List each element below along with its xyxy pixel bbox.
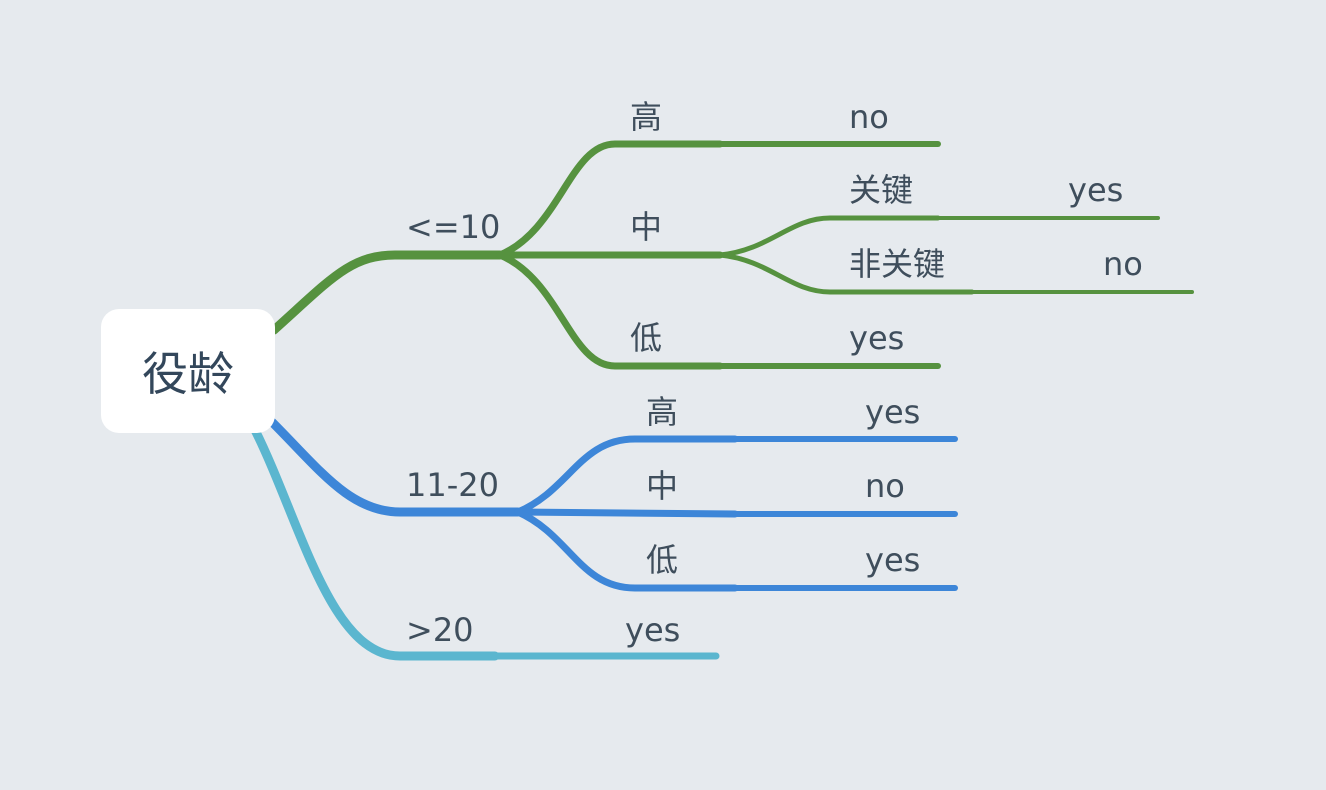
le10-mid-key-result[interactable]: yes (1068, 170, 1123, 210)
edge-1120-to-low (514, 508, 739, 592)
le10-low-result[interactable]: yes (849, 318, 904, 358)
1120-low-result[interactable]: yes (865, 540, 920, 580)
edge-1120-to-high (514, 435, 739, 516)
root-node-label: 役龄 (142, 347, 234, 401)
le10-high-label[interactable]: 高 (630, 97, 662, 137)
edge-root-to-le10 (269, 250, 505, 335)
le10-low-label[interactable]: 低 (630, 318, 662, 358)
mind-map-canvas: 役龄 <=10 高 no 中 关键 yes 非关键 no 低 yes 11-20… (0, 0, 1326, 790)
branch-le10-label[interactable]: <=10 (406, 207, 500, 247)
edge-le10-to-low (496, 251, 724, 370)
branch-1120-label[interactable]: 11-20 (406, 465, 499, 505)
1120-low-label[interactable]: 低 (646, 540, 678, 580)
1120-high-label[interactable]: 高 (646, 392, 678, 432)
le10-high-result[interactable]: no (849, 97, 889, 137)
branch-gt20-label[interactable]: >20 (406, 610, 474, 650)
gt20-result[interactable]: yes (625, 610, 680, 650)
root-node[interactable]: 役龄 (101, 309, 275, 433)
le10-mid-nonkey-label[interactable]: 非关键 (849, 244, 945, 284)
le10-mid-label[interactable]: 中 (630, 207, 662, 247)
edge-le10-to-high (496, 140, 724, 259)
1120-mid-label[interactable]: 中 (646, 466, 678, 506)
1120-mid-result[interactable]: no (865, 466, 905, 506)
le10-mid-nonkey-result[interactable]: no (1103, 244, 1143, 284)
edge-1120-to-mid (514, 508, 739, 518)
le10-mid-key-label[interactable]: 关键 (849, 170, 913, 210)
1120-high-result[interactable]: yes (865, 392, 920, 432)
